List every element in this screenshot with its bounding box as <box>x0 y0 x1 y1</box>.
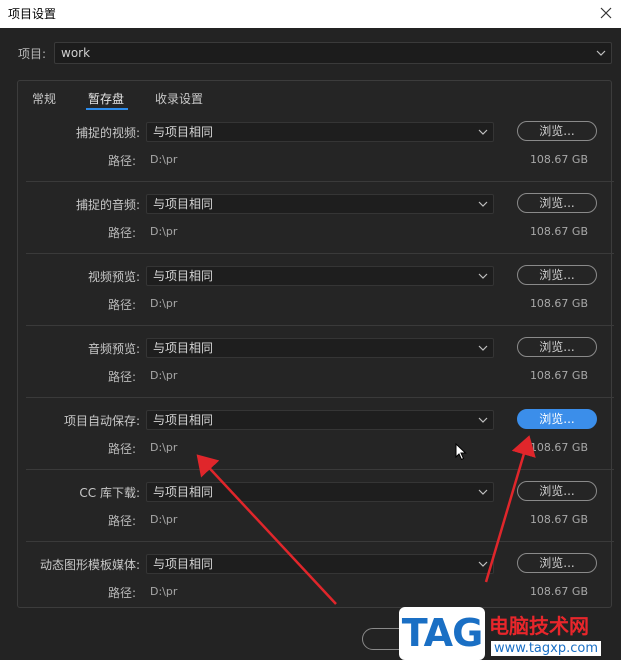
path-value: D:\pr <box>150 441 178 454</box>
project-dropdown[interactable]: work <box>54 42 612 64</box>
location-dropdown-value: 与项目相同 <box>153 341 214 355</box>
chevron-down-icon <box>478 273 488 279</box>
browse-button[interactable]: 浏览... <box>517 193 597 213</box>
path-value: D:\pr <box>150 153 178 166</box>
divider <box>26 469 614 470</box>
path-value: D:\pr <box>150 369 178 382</box>
watermark-title: 电脑技术网 <box>489 614 589 638</box>
chevron-down-icon <box>478 345 488 351</box>
active-tab-indicator <box>86 108 128 110</box>
row-label: 捕捉的音频: <box>75 198 140 212</box>
divider <box>26 325 614 326</box>
location-dropdown[interactable]: 与项目相同 <box>146 338 494 358</box>
window-title: 项目设置 <box>8 7 57 21</box>
path-label: 路径: <box>108 586 137 600</box>
chevron-down-icon <box>478 561 488 567</box>
path-label: 路径: <box>108 514 137 528</box>
divider <box>26 541 614 542</box>
project-dropdown-value: work <box>61 46 91 60</box>
free-space: 108.67 GB <box>529 513 588 526</box>
location-dropdown[interactable]: 与项目相同 <box>146 554 494 574</box>
browse-button[interactable]: 浏览... <box>517 337 597 357</box>
watermark-logo: TAG <box>399 607 485 660</box>
row-label: 动态图形模板媒体: <box>39 558 140 572</box>
row-label: 音频预览: <box>87 342 140 356</box>
location-dropdown-value: 与项目相同 <box>153 413 214 427</box>
divider <box>26 397 614 398</box>
path-label: 路径: <box>108 442 137 456</box>
close-icon[interactable] <box>595 2 617 24</box>
path-label: 路径: <box>108 370 137 384</box>
free-space: 108.67 GB <box>529 441 588 454</box>
row-label: 视频预览: <box>87 270 140 284</box>
location-dropdown[interactable]: 与项目相同 <box>146 266 494 286</box>
tab-scratch-disks[interactable]: 暂存盘 <box>88 90 124 107</box>
location-dropdown-value: 与项目相同 <box>153 485 214 499</box>
chevron-down-icon <box>478 489 488 495</box>
free-space: 108.67 GB <box>529 153 588 166</box>
watermark: TAG 电脑技术网 www.tagxp.com <box>399 607 621 660</box>
tab-general[interactable]: 常规 <box>32 90 56 107</box>
free-space: 108.67 GB <box>529 297 588 310</box>
browse-button[interactable]: 浏览... <box>517 121 597 141</box>
location-dropdown[interactable]: 与项目相同 <box>146 122 494 142</box>
row-label: CC 库下载: <box>79 486 140 500</box>
location-dropdown[interactable]: 与项目相同 <box>146 482 494 502</box>
path-value: D:\pr <box>150 297 178 310</box>
path-label: 路径: <box>108 154 137 168</box>
location-dropdown-value: 与项目相同 <box>153 125 214 139</box>
divider <box>26 181 614 182</box>
location-dropdown[interactable]: 与项目相同 <box>146 194 494 214</box>
browse-button[interactable]: 浏览... <box>517 553 597 573</box>
location-dropdown[interactable]: 与项目相同 <box>146 410 494 430</box>
free-space: 108.67 GB <box>529 369 588 382</box>
row-label: 捕捉的视频: <box>75 126 140 140</box>
row-label: 项目自动保存: <box>63 414 140 428</box>
chevron-down-icon <box>478 129 488 135</box>
path-value: D:\pr <box>150 585 178 598</box>
chevron-down-icon <box>478 201 488 207</box>
location-dropdown-value: 与项目相同 <box>153 269 214 283</box>
watermark-url: www.tagxp.com <box>491 641 601 656</box>
browse-button[interactable]: 浏览... <box>517 481 597 501</box>
free-space: 108.67 GB <box>529 585 588 598</box>
chevron-down-icon <box>478 417 488 423</box>
project-label: 项目: <box>18 47 47 61</box>
path-label: 路径: <box>108 226 137 240</box>
location-dropdown-value: 与项目相同 <box>153 197 214 211</box>
browse-button[interactable]: 浏览... <box>517 409 597 429</box>
tab-ingest-settings[interactable]: 收录设置 <box>155 90 203 107</box>
location-dropdown-value: 与项目相同 <box>153 557 214 571</box>
path-label: 路径: <box>108 298 137 312</box>
title-bar: 项目设置 <box>0 0 621 28</box>
divider <box>26 253 614 254</box>
browse-button[interactable]: 浏览... <box>517 265 597 285</box>
path-value: D:\pr <box>150 225 178 238</box>
free-space: 108.67 GB <box>529 225 588 238</box>
mouse-cursor-icon <box>455 443 467 461</box>
path-value: D:\pr <box>150 513 178 526</box>
chevron-down-icon <box>596 50 606 56</box>
